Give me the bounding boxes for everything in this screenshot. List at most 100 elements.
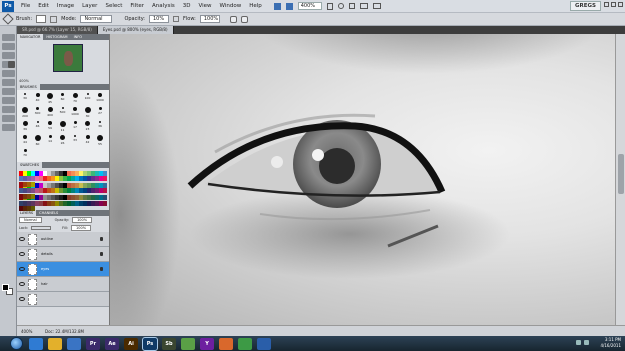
brush-tool-icon-selected[interactable] bbox=[8, 61, 15, 68]
brush-preset[interactable]: 46 bbox=[33, 121, 43, 133]
brush-preset[interactable]: 23 bbox=[83, 121, 93, 133]
tablet-pressure-icon[interactable] bbox=[240, 15, 248, 23]
brush-tool-icon[interactable] bbox=[2, 13, 14, 25]
brush-preset[interactable]: 33 bbox=[70, 135, 80, 147]
brush-preset[interactable]: 70 bbox=[70, 93, 80, 105]
arrange-docs-icon[interactable] bbox=[360, 3, 369, 9]
foreground-color-swatch[interactable] bbox=[2, 284, 9, 291]
layer-row[interactable]: details bbox=[17, 247, 109, 262]
zoom-select[interactable]: 400% bbox=[297, 2, 323, 10]
color-swatch[interactable] bbox=[103, 176, 107, 182]
flow-field[interactable]: 100% bbox=[199, 15, 220, 23]
menu-file[interactable]: File bbox=[17, 3, 34, 9]
brush-preset[interactable]: 1000 bbox=[70, 107, 80, 119]
layer-opacity-field[interactable]: 100% bbox=[72, 217, 93, 223]
start-button[interactable] bbox=[10, 337, 23, 350]
brush-preset[interactable]: 60 bbox=[33, 135, 43, 147]
minimize-icon[interactable] bbox=[604, 2, 609, 7]
brush-preset[interactable]: 70 bbox=[20, 149, 30, 161]
color-swatch[interactable] bbox=[31, 181, 35, 187]
brush-preset[interactable]: 30 bbox=[20, 93, 30, 105]
menu-analysis[interactable]: Analysis bbox=[148, 3, 179, 9]
brush-preset[interactable]: 45 bbox=[45, 93, 55, 105]
chrome-icon[interactable] bbox=[238, 337, 252, 350]
tab-histogram[interactable]: HISTOGRAM bbox=[43, 35, 70, 39]
layer-row[interactable]: hair bbox=[17, 277, 109, 292]
tab-info[interactable]: INFO bbox=[71, 35, 85, 39]
opacity-field[interactable]: 10% bbox=[149, 15, 169, 23]
brush-preset[interactable]: 44 bbox=[20, 135, 30, 147]
wmp-icon[interactable] bbox=[257, 337, 271, 350]
fill-field[interactable]: 100% bbox=[71, 225, 92, 231]
illustrator-icon[interactable]: Ai bbox=[124, 337, 138, 350]
menu-select[interactable]: Select bbox=[101, 3, 126, 9]
photoshop-icon[interactable]: Ps bbox=[142, 336, 158, 351]
brush-preset[interactable]: 100 bbox=[83, 93, 93, 105]
app-icon[interactable] bbox=[181, 337, 195, 350]
brush-preset[interactable]: 36 bbox=[95, 121, 105, 133]
eye-icon[interactable] bbox=[19, 237, 25, 241]
explorer-icon[interactable] bbox=[48, 337, 62, 350]
workspace-switcher[interactable]: GREGS bbox=[570, 1, 601, 11]
eye-icon[interactable] bbox=[19, 282, 25, 286]
premiere-icon[interactable]: Pr bbox=[86, 337, 100, 350]
menu-view[interactable]: View bbox=[194, 3, 215, 9]
tab-sr[interactable]: SR.psd @ 66.7% (Layer 15, RGB/8) bbox=[17, 26, 98, 34]
navigator-thumbnail[interactable] bbox=[53, 44, 83, 72]
gradient-tool-icon[interactable] bbox=[8, 79, 15, 86]
brush-preset[interactable]: 59 bbox=[45, 121, 55, 133]
mode-select[interactable]: Normal bbox=[80, 15, 113, 23]
brush-panel-icon[interactable] bbox=[50, 15, 58, 23]
quick-select-tool-icon[interactable] bbox=[8, 43, 15, 50]
brush-preset[interactable]: 400 bbox=[45, 107, 55, 119]
brush-preset[interactable]: 27 bbox=[95, 107, 105, 119]
brush-preset[interactable]: 26 bbox=[58, 135, 68, 147]
brush-preset[interactable]: 11 bbox=[58, 121, 68, 133]
maximize-icon[interactable] bbox=[611, 2, 616, 7]
tab-channels[interactable]: CHANNELS bbox=[36, 211, 61, 215]
minibridge-icon[interactable] bbox=[285, 2, 293, 10]
menu-layer[interactable]: Layer bbox=[78, 3, 101, 9]
brush-preset[interactable]: 42 bbox=[83, 135, 93, 147]
marquee-tool-icon[interactable] bbox=[8, 34, 15, 41]
dodge-tool-icon[interactable] bbox=[8, 88, 15, 95]
zoom-tool-icon-sidebar[interactable] bbox=[8, 124, 15, 131]
menu-window[interactable]: Window bbox=[216, 3, 246, 9]
brush-preset[interactable]: 39 bbox=[20, 121, 30, 133]
eye-icon[interactable] bbox=[19, 252, 25, 256]
brush-preset[interactable]: 14 bbox=[45, 135, 55, 147]
menu-3d[interactable]: 3D bbox=[179, 3, 195, 9]
ie-icon[interactable] bbox=[29, 337, 43, 350]
layer-row[interactable]: outline bbox=[17, 232, 109, 247]
lock-icons[interactable] bbox=[31, 226, 52, 230]
document-canvas[interactable] bbox=[110, 34, 615, 325]
menu-help[interactable]: Help bbox=[245, 3, 266, 9]
eye-icon[interactable] bbox=[19, 267, 25, 271]
tab-eyes[interactable]: Eyes.psd @ 800% (eyes, RGB/8) bbox=[97, 26, 174, 34]
brush-preset[interactable]: 60 bbox=[58, 93, 68, 105]
media-icon[interactable] bbox=[67, 337, 81, 350]
brush-preset[interactable]: 500 bbox=[58, 107, 68, 119]
color-swatch[interactable] bbox=[103, 188, 107, 194]
brush-preset[interactable]: 40 bbox=[33, 93, 43, 105]
bridge-icon[interactable] bbox=[273, 2, 281, 10]
brush-preset-picker[interactable] bbox=[36, 15, 47, 23]
menu-filter[interactable]: Filter bbox=[126, 3, 148, 9]
rotate-view-icon[interactable] bbox=[349, 3, 356, 9]
airbrush-icon[interactable] bbox=[229, 15, 237, 23]
aftereffects-icon[interactable]: Ae bbox=[105, 337, 119, 350]
layer-row[interactable] bbox=[17, 292, 109, 307]
color-swatch[interactable] bbox=[103, 171, 107, 176]
color-swatch[interactable] bbox=[31, 193, 35, 199]
brush-preset[interactable]: 17 bbox=[70, 121, 80, 133]
brush-preset[interactable]: 55 bbox=[95, 135, 105, 147]
menu-edit[interactable]: Edit bbox=[34, 3, 53, 9]
clock[interactable]: 3:11 PM 4/16/2011 bbox=[600, 337, 621, 349]
eyedropper-tool-icon[interactable] bbox=[8, 52, 15, 59]
layer-row[interactable]: eyes bbox=[17, 262, 109, 277]
zoom-tool-icon[interactable] bbox=[338, 3, 345, 9]
brush-preset[interactable]: 200 bbox=[20, 107, 30, 119]
history-brush-tool-icon[interactable] bbox=[8, 70, 15, 77]
soundbooth-icon[interactable]: Sb bbox=[162, 337, 176, 350]
screen-mode-icon[interactable] bbox=[373, 3, 382, 9]
